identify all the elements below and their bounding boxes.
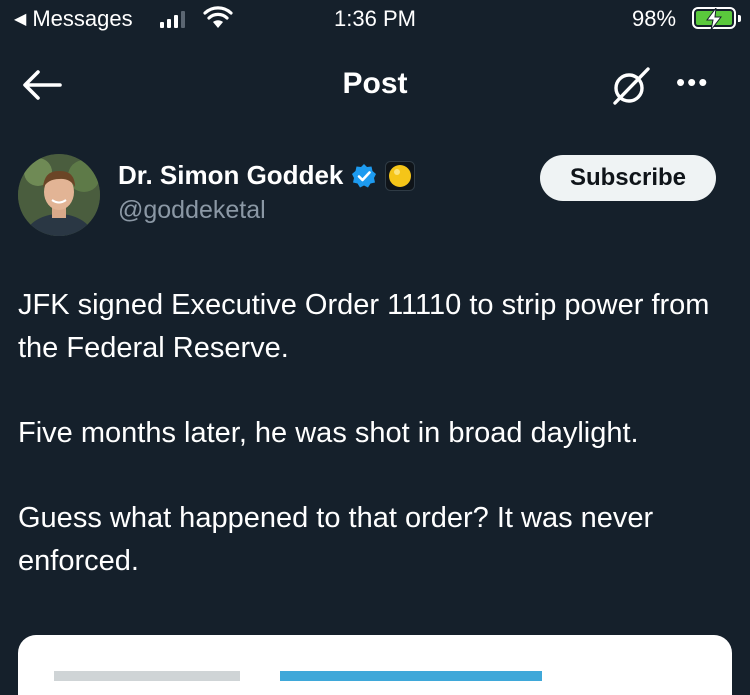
more-horizontal-icon[interactable]: ••• bbox=[676, 67, 709, 98]
post-header: Post ••• bbox=[0, 55, 750, 115]
author-handle[interactable]: @goddeketal bbox=[118, 196, 266, 225]
status-bar: ◀ Messages 1:36 PM 98% bbox=[0, 0, 750, 40]
media-thumbnail bbox=[280, 671, 542, 681]
verified-badge-icon bbox=[352, 163, 377, 187]
post-paragraph: JFK signed Executive Order 11110 to stri… bbox=[18, 289, 710, 364]
author-name[interactable]: Dr. Simon Goddek bbox=[118, 160, 343, 191]
media-thumbnail bbox=[54, 671, 240, 681]
avatar[interactable] bbox=[18, 154, 100, 236]
subscribe-button[interactable]: Subscribe bbox=[540, 155, 716, 201]
embedded-media-card[interactable] bbox=[18, 635, 732, 695]
author-name-row: Dr. Simon Goddek bbox=[118, 160, 416, 191]
post-paragraph: Guess what happened to that order? It wa… bbox=[18, 502, 654, 577]
post-text: JFK signed Executive Order 11110 to stri… bbox=[18, 284, 733, 625]
battery-percent: 98% bbox=[632, 6, 677, 31]
battery-charging-icon bbox=[692, 7, 741, 30]
post-paragraph: Five months later, he was shot in broad … bbox=[18, 417, 639, 449]
grok-icon[interactable] bbox=[608, 63, 654, 109]
affiliate-badge-icon[interactable] bbox=[385, 160, 416, 191]
